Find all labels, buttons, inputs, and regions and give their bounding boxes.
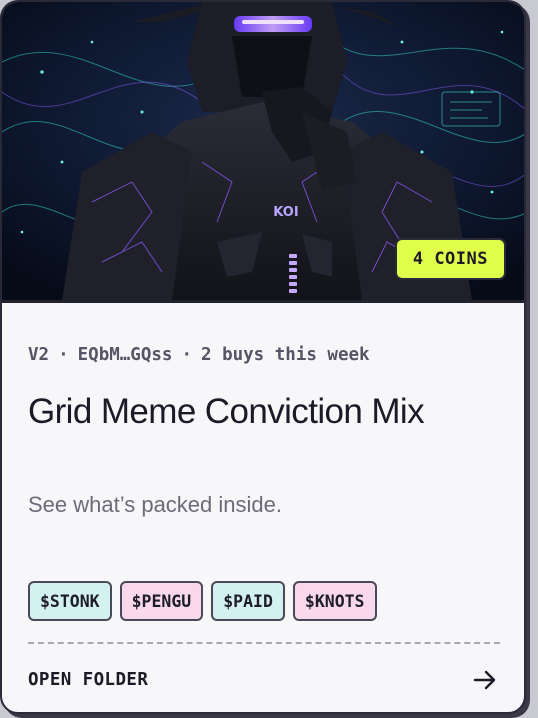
folder-subtitle: See what’s packed inside. <box>28 492 282 517</box>
coin-chip-knots[interactable]: $KNOTS <box>292 581 377 621</box>
coin-chip-stonk[interactable]: $STONK <box>28 581 112 621</box>
hero-divider <box>2 300 524 303</box>
coin-chip-pengu[interactable]: $PENGU <box>119 581 204 621</box>
hero-image: KOI 4 COINS <box>2 2 524 300</box>
footer-divider <box>28 642 500 644</box>
emblem-text: KOI <box>273 205 298 220</box>
meta-separator: · <box>58 345 69 365</box>
buys-count: 2 buys this week <box>201 345 370 365</box>
coin-chip-paid[interactable]: $PAID <box>211 581 285 621</box>
open-folder-label: OPEN FOLDER <box>28 670 149 690</box>
arrow-right-icon <box>473 670 496 690</box>
folder-card[interactable]: KOI 4 COINS V2 · EQbM…GQss · 2 buys this wee… <box>0 0 526 714</box>
meta-separator: · <box>181 345 192 365</box>
version-label: V2 <box>28 345 50 365</box>
coins-count-badge: 4 COINS <box>394 238 506 280</box>
open-folder-button[interactable]: OPEN FOLDER <box>28 662 498 698</box>
folder-title: Grid Meme Conviction Mix <box>28 392 425 431</box>
folder-meta: V2 · EQbM…GQss · 2 buys this week <box>28 345 370 365</box>
wallet-address: EQbM…GQss <box>77 345 173 365</box>
coin-chip-list: $STONK $PENGU $PAID $KNOTS <box>28 581 377 621</box>
